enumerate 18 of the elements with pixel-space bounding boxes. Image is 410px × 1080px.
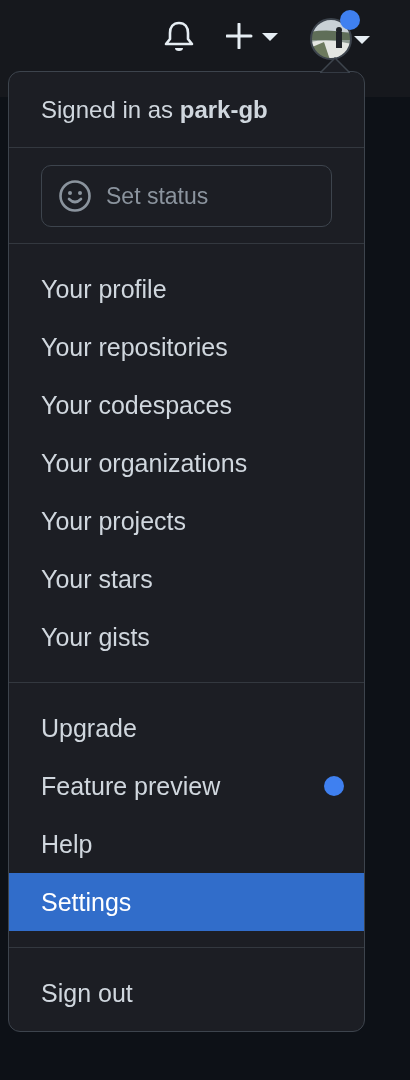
menu-item[interactable]: Your organizations: [9, 434, 364, 492]
bell-icon[interactable]: [163, 20, 195, 54]
smiley-icon: [58, 179, 92, 213]
menu-item[interactable]: Your stars: [9, 550, 364, 608]
menu-item[interactable]: Your projects: [9, 492, 364, 550]
signed-in-text: Signed in as park-gb: [41, 95, 268, 124]
menu-item[interactable]: Help: [9, 815, 364, 873]
menu-item[interactable]: Your profile: [9, 260, 364, 318]
caret-icon: [354, 36, 370, 44]
plus-dropdown-icon[interactable]: [226, 23, 280, 49]
menu-item[interactable]: Settings: [9, 873, 364, 931]
set-status-button[interactable]: Set status: [41, 165, 332, 227]
menu-item[interactable]: Feature preview: [9, 757, 364, 815]
menu-item[interactable]: Sign out: [9, 964, 364, 1022]
menu-item[interactable]: Upgrade: [9, 699, 364, 757]
menu-item[interactable]: Your codespaces: [9, 376, 364, 434]
menu-item[interactable]: Your gists: [9, 608, 364, 666]
menu-item[interactable]: Your repositories: [9, 318, 364, 376]
